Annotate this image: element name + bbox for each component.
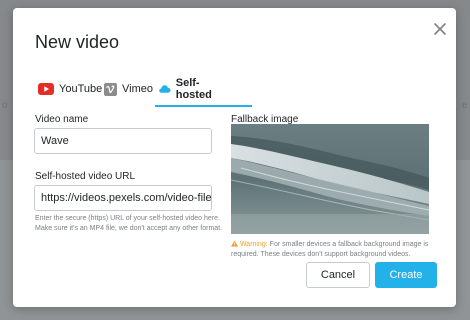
close-icon xyxy=(434,23,446,35)
video-name-label: Video name xyxy=(35,114,89,125)
cloud-icon xyxy=(159,85,171,93)
fallback-image-preview[interactable] xyxy=(231,124,429,234)
video-url-input[interactable]: https://videos.pexels.com/video-files/3 xyxy=(34,185,212,211)
modal-title: New video xyxy=(35,32,120,52)
backdrop-text-left: o xyxy=(2,100,8,111)
video-url-label: Self-hosted video URL xyxy=(35,171,136,182)
close-button[interactable] xyxy=(432,21,448,37)
tab-self-hosted[interactable]: Self-hosted xyxy=(159,76,217,102)
tab-vimeo-label: Vimeo xyxy=(122,83,153,95)
new-video-modal: New video YouTube Vimeo Self-hosted Vide… xyxy=(13,8,456,307)
tab-self-hosted-label: Self-hosted xyxy=(175,77,212,101)
video-name-input[interactable]: Wave xyxy=(34,128,212,154)
warning-label: Warning: xyxy=(239,241,268,248)
active-tab-indicator xyxy=(155,105,252,107)
vimeo-icon xyxy=(104,82,117,96)
video-url-help: Enter the secure (https) URL of your sel… xyxy=(35,215,223,232)
tab-youtube[interactable]: YouTube xyxy=(38,76,102,102)
warning-icon xyxy=(231,240,238,247)
fallback-warning: Warning: For smaller devices a fallback … xyxy=(231,240,431,260)
cancel-button[interactable]: Cancel xyxy=(306,262,370,288)
backdrop-text-right: e xyxy=(462,100,468,111)
tab-vimeo[interactable]: Vimeo xyxy=(104,76,153,102)
create-button[interactable]: Create xyxy=(375,262,437,288)
youtube-icon xyxy=(38,83,54,95)
wave-image xyxy=(231,124,429,234)
tab-youtube-label: YouTube xyxy=(59,83,103,95)
